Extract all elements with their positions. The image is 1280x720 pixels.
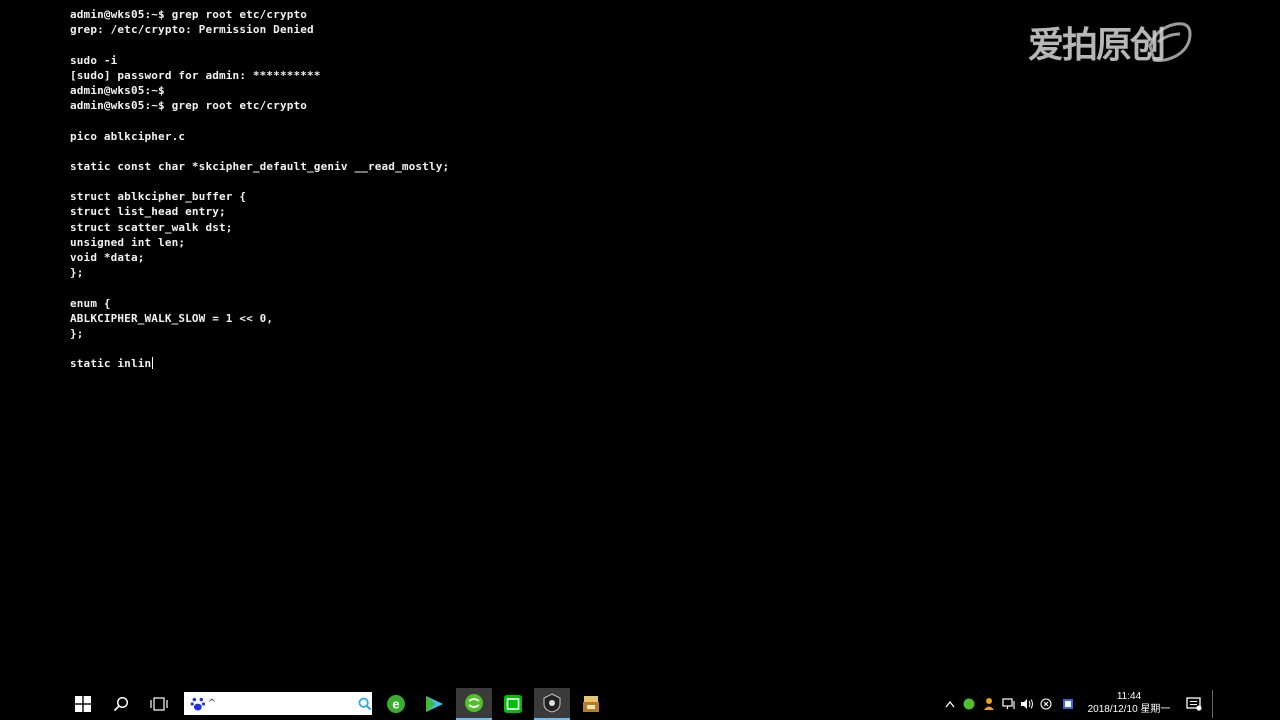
start-button[interactable] bbox=[66, 688, 100, 720]
clock-time: 11:44 bbox=[1116, 691, 1142, 702]
terminal-line: admin@wks05:~$ bbox=[70, 83, 165, 97]
system-clock[interactable]: 11:44 2018/12/10 星期一 bbox=[1084, 690, 1174, 718]
search-magnifier-icon[interactable] bbox=[358, 696, 372, 712]
volume-button[interactable] bbox=[1019, 688, 1035, 720]
taskbar-search-button[interactable] bbox=[104, 688, 138, 720]
terminal-line: grep: /etc/crypto: Permission Denied bbox=[70, 23, 314, 37]
input-method-button[interactable] bbox=[1060, 688, 1076, 720]
network-icon bbox=[1002, 698, 1015, 709]
person-icon bbox=[984, 698, 994, 710]
game-app-icon bbox=[583, 696, 599, 712]
tray-green-app[interactable] bbox=[961, 688, 977, 720]
green-app-button[interactable] bbox=[456, 688, 492, 720]
watermark-emblem bbox=[1148, 22, 1192, 62]
terminal-line: static const char *skcipher_default_geni… bbox=[70, 159, 450, 173]
close-circle-icon bbox=[1040, 698, 1052, 710]
terminal-input-text: static inlin bbox=[70, 357, 152, 371]
terminal-line: [sudo] password for admin: ********** bbox=[70, 68, 321, 82]
terminal-line: struct ablkcipher_buffer { bbox=[70, 190, 247, 204]
show-hidden-icons-button[interactable] bbox=[942, 688, 958, 720]
notification-icon bbox=[1186, 697, 1202, 711]
iqiyi-icon bbox=[504, 695, 522, 713]
terminal-line: enum { bbox=[70, 296, 111, 310]
terminal-line: unsigned int len; bbox=[70, 235, 186, 249]
speaker-icon bbox=[1021, 699, 1033, 709]
terminal-line: }; bbox=[70, 326, 84, 340]
chevron-up-icon: ^ bbox=[207, 698, 217, 709]
network-button[interactable] bbox=[1001, 688, 1017, 720]
taskbar: ^ e 11:44 2018/12/10 星期一 bbox=[0, 688, 1280, 720]
tray-user-app[interactable] bbox=[981, 688, 999, 720]
tray-app-button[interactable] bbox=[1038, 688, 1054, 720]
green-dot-icon bbox=[963, 698, 975, 710]
terminal-line: admin@wks05:~$ grep root etc/crypto bbox=[70, 99, 308, 113]
green-app-icon bbox=[465, 694, 483, 712]
game-app-button[interactable] bbox=[573, 688, 609, 720]
input-method-icon bbox=[1063, 699, 1073, 709]
task-view-button[interactable] bbox=[142, 688, 176, 720]
terminal-line: struct scatter_walk dst; bbox=[70, 220, 233, 234]
svg-text:e: e bbox=[392, 697, 399, 712]
browser-e-icon: e bbox=[387, 695, 405, 713]
terminal-line: struct list_head entry; bbox=[70, 205, 226, 219]
text-cursor bbox=[152, 357, 154, 370]
media-player-app-button[interactable] bbox=[416, 688, 452, 720]
chevron-up-icon bbox=[945, 700, 955, 708]
terminal-line: sudo -i bbox=[70, 53, 118, 67]
clock-date: 2018/12/10 星期一 bbox=[1087, 704, 1171, 715]
search-icon bbox=[113, 696, 129, 712]
task-view-icon bbox=[150, 697, 168, 711]
show-desktop-divider[interactable] bbox=[1212, 690, 1213, 718]
taskbar-search-box[interactable]: ^ bbox=[184, 692, 372, 715]
terminal-line: admin@wks05:~$ grep root etc/crypto bbox=[70, 8, 308, 21]
baidu-paw-icon bbox=[190, 697, 206, 711]
browser-app-button[interactable]: e bbox=[378, 688, 414, 720]
search-input[interactable] bbox=[220, 696, 355, 711]
terminal-line: void *data; bbox=[70, 251, 145, 264]
terminal-line: }; bbox=[70, 266, 84, 280]
terminal-line: pico ablkcipher.c bbox=[70, 129, 186, 143]
security-app-icon bbox=[543, 693, 561, 713]
security-app-button[interactable] bbox=[534, 688, 570, 720]
terminal-window[interactable]: admin@wks05:~$ grep root etc/crypto grep… bbox=[70, 7, 1170, 372]
terminal-current-line[interactable]: static inlin bbox=[70, 356, 1170, 371]
action-center-button[interactable] bbox=[1182, 688, 1206, 720]
media-player-icon bbox=[426, 696, 443, 712]
windows-start-icon bbox=[75, 696, 91, 712]
terminal-line: ABLKCIPHER_WALK_SLOW = 1 << 0, bbox=[70, 311, 274, 325]
iqiyi-app-button[interactable] bbox=[495, 688, 531, 720]
